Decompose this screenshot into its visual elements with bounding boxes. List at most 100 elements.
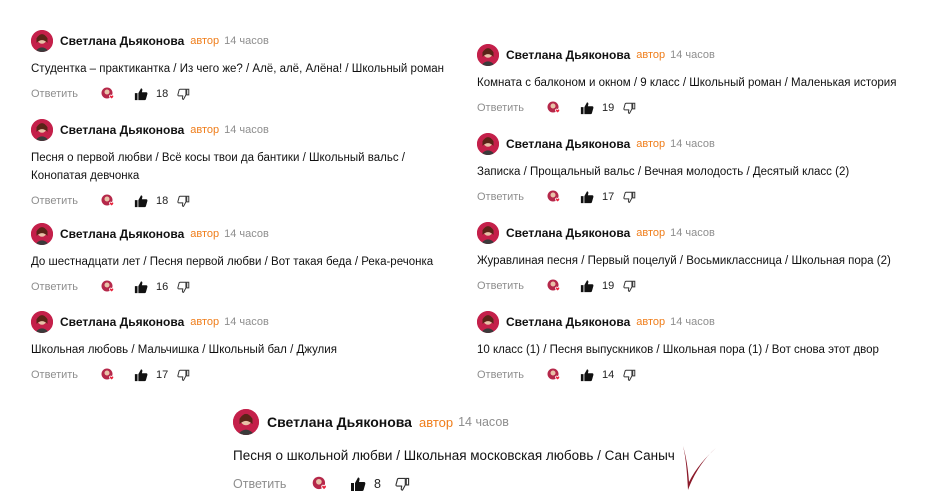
author-badge: автор xyxy=(190,228,220,240)
reaction-heart-icon[interactable] xyxy=(100,367,116,383)
comment-text: Песня о первой любви / Всё косы твои да … xyxy=(31,152,405,182)
comment-text: Студентка – практикантка / Из чего же? /… xyxy=(31,63,445,75)
reply-button[interactable]: Ответить xyxy=(31,88,100,100)
thumbs-down-icon[interactable] xyxy=(623,191,636,204)
reply-button[interactable]: Ответить xyxy=(477,191,546,203)
comment-time[interactable]: 14 часов xyxy=(670,49,715,61)
comment-time[interactable]: 14 часов xyxy=(224,124,269,136)
thumbs-up-icon[interactable] xyxy=(580,101,594,115)
avatar[interactable] xyxy=(31,119,53,141)
comment: Светлана Дьяконова автор 14 часов Комнат… xyxy=(477,42,922,118)
comment: Светлана Дьяконова автор 14 часов 10 кла… xyxy=(477,309,922,385)
comment-text: Школьная любовь / Мальчишка / Школьный б… xyxy=(31,344,337,356)
thumbs-up-icon[interactable] xyxy=(134,194,148,208)
author-badge: автор xyxy=(636,49,666,61)
like-count: 18 xyxy=(156,88,169,100)
thumbs-up-icon[interactable] xyxy=(134,87,148,101)
reply-button[interactable]: Ответить xyxy=(31,369,100,381)
comment-text: Журавлиная песня / Первый поцелуй / Вось… xyxy=(477,255,891,267)
like-count: 8 xyxy=(374,477,381,491)
comment: Светлана Дьяконова автор 14 часов Записк… xyxy=(477,131,922,207)
comment-text: Записка / Прощальный вальс / Вечная моло… xyxy=(477,166,850,178)
comment-time[interactable]: 14 часов xyxy=(224,35,269,47)
author-name[interactable]: Светлана Дьяконова xyxy=(506,137,630,151)
avatar[interactable] xyxy=(31,223,53,245)
thumbs-up-icon[interactable] xyxy=(350,476,366,492)
author-name[interactable]: Светлана Дьяконова xyxy=(60,315,184,329)
like-count: 19 xyxy=(602,102,615,114)
thumbs-up-icon[interactable] xyxy=(580,368,594,382)
comment: Светлана Дьяконова автор 14 часов Студен… xyxy=(31,28,451,104)
comment-time[interactable]: 14 часов xyxy=(670,138,715,150)
comment: Светлана Дьяконова автор 14 часов Песня … xyxy=(31,117,451,211)
checkmark-icon xyxy=(680,438,718,492)
thumbs-up-icon[interactable] xyxy=(134,368,148,382)
thumbs-down-icon[interactable] xyxy=(623,102,636,115)
thumbs-up-icon[interactable] xyxy=(580,279,594,293)
reaction-heart-icon[interactable] xyxy=(100,86,116,102)
author-badge: автор xyxy=(190,124,220,136)
author-name[interactable]: Светлана Дьяконова xyxy=(60,123,184,137)
thumbs-up-icon[interactable] xyxy=(580,190,594,204)
author-badge: автор xyxy=(636,227,666,239)
author-badge: автор xyxy=(190,316,220,328)
comment: Светлана Дьяконова автор 14 часов Журавл… xyxy=(477,220,922,296)
like-count: 17 xyxy=(156,369,169,381)
thumbs-up-icon[interactable] xyxy=(134,280,148,294)
thumbs-down-icon[interactable] xyxy=(177,195,190,208)
comment-time[interactable]: 14 часов xyxy=(224,228,269,240)
author-badge: автор xyxy=(636,138,666,150)
like-count: 19 xyxy=(602,280,615,292)
reply-button[interactable]: Ответить xyxy=(477,280,546,292)
author-name[interactable]: Светлана Дьяконова xyxy=(506,226,630,240)
comment-time[interactable]: 14 часов xyxy=(670,316,715,328)
thumbs-down-icon[interactable] xyxy=(395,477,410,492)
reply-button[interactable]: Ответить xyxy=(31,281,100,293)
comment: Светлана Дьяконова автор 14 часов Школьн… xyxy=(31,309,451,385)
like-count: 14 xyxy=(602,369,615,381)
reaction-heart-icon[interactable] xyxy=(546,367,562,383)
thumbs-down-icon[interactable] xyxy=(623,280,636,293)
author-name[interactable]: Светлана Дьяконова xyxy=(267,414,412,430)
reaction-heart-icon[interactable] xyxy=(546,189,562,205)
comment-text: Комната с балконом и окном / 9 класс / Ш… xyxy=(477,77,897,89)
author-name[interactable]: Светлана Дьяконова xyxy=(60,227,184,241)
author-name[interactable]: Светлана Дьяконова xyxy=(506,48,630,62)
reply-button[interactable]: Ответить xyxy=(31,195,100,207)
author-badge: автор xyxy=(636,316,666,328)
reaction-heart-icon[interactable] xyxy=(311,475,329,493)
author-badge: автор xyxy=(418,414,454,430)
like-count: 17 xyxy=(602,191,615,203)
author-name[interactable]: Светлана Дьяконова xyxy=(60,34,184,48)
thumbs-down-icon[interactable] xyxy=(177,281,190,294)
avatar[interactable] xyxy=(477,222,499,244)
avatar[interactable] xyxy=(31,311,53,333)
thumbs-down-icon[interactable] xyxy=(623,369,636,382)
comment-time[interactable]: 14 часов xyxy=(458,415,509,429)
comment-text: 10 класс (1) / Песня выпускников / Школь… xyxy=(477,344,879,356)
avatar[interactable] xyxy=(477,44,499,66)
reply-button[interactable]: Ответить xyxy=(233,477,311,491)
reaction-heart-icon[interactable] xyxy=(100,193,116,209)
thumbs-down-icon[interactable] xyxy=(177,369,190,382)
like-count: 18 xyxy=(156,195,169,207)
comment-time[interactable]: 14 часов xyxy=(224,316,269,328)
reaction-heart-icon[interactable] xyxy=(546,100,562,116)
reply-button[interactable]: Ответить xyxy=(477,369,546,381)
like-count: 16 xyxy=(156,281,169,293)
avatar[interactable] xyxy=(31,30,53,52)
avatar[interactable] xyxy=(477,311,499,333)
reply-button[interactable]: Ответить xyxy=(477,102,546,114)
avatar[interactable] xyxy=(477,133,499,155)
avatar[interactable] xyxy=(233,409,259,435)
comment: Светлана Дьяконова автор 14 часов До шес… xyxy=(31,221,451,297)
author-badge: автор xyxy=(190,35,220,47)
author-name[interactable]: Светлана Дьяконова xyxy=(506,315,630,329)
reaction-heart-icon[interactable] xyxy=(100,279,116,295)
reaction-heart-icon[interactable] xyxy=(546,278,562,294)
comment-text: Песня о школьной любви / Школьная москов… xyxy=(233,448,675,463)
thumbs-down-icon[interactable] xyxy=(177,88,190,101)
comment: Светлана Дьяконова автор 14 часов Песня … xyxy=(233,407,678,494)
comment-time[interactable]: 14 часов xyxy=(670,227,715,239)
comment-text: До шестнадцати лет / Песня первой любви … xyxy=(31,256,434,268)
